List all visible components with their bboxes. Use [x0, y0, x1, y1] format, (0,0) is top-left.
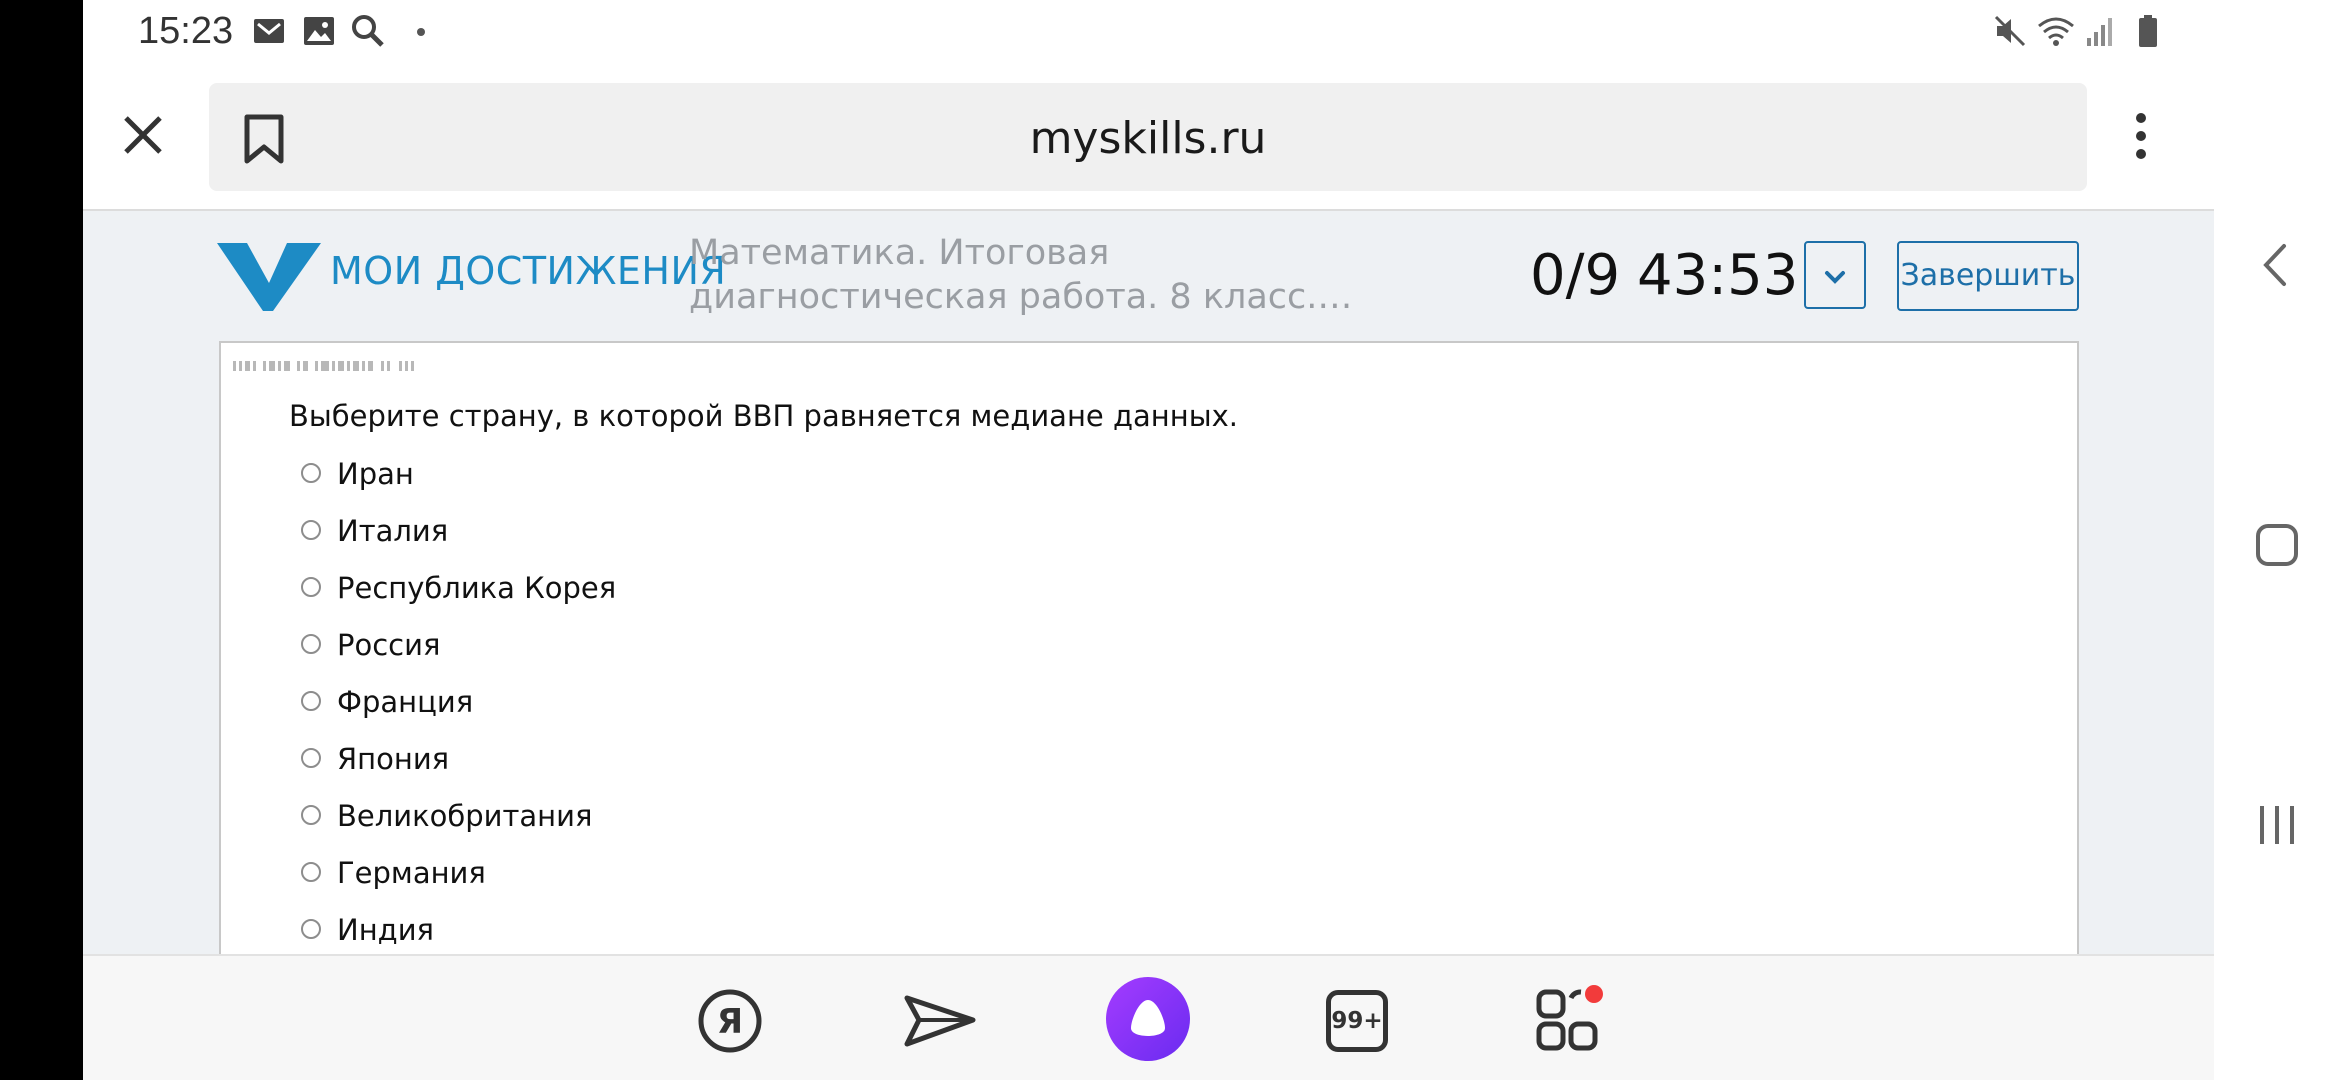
radio-button[interactable]	[301, 520, 321, 540]
radio-button[interactable]	[301, 577, 321, 597]
logo-text[interactable]: МОИ ДОСТИЖЕНИЯ	[330, 249, 726, 293]
radio-button[interactable]	[301, 748, 321, 768]
timer: 43:53	[1637, 243, 1799, 308]
status-bar: 15:23	[83, 0, 2214, 64]
close-icon[interactable]	[118, 110, 168, 160]
faint-label-marks	[233, 361, 414, 371]
web-page: МОИ ДОСТИЖЕНИЯ Математика. Итоговая диаг…	[83, 211, 2214, 954]
home-icon[interactable]	[2252, 520, 2302, 570]
option-label[interactable]: Италия	[337, 514, 448, 548]
option-label[interactable]: Германия	[337, 856, 486, 890]
notification-count: 99+	[1331, 1008, 1383, 1034]
question-card: Выберите страну, в которой ВВП равняется…	[219, 341, 2079, 954]
option-label[interactable]: Франция	[337, 685, 473, 719]
wifi-icon	[2038, 17, 2074, 46]
address-bar[interactable]: myskills.ru	[209, 83, 2087, 191]
status-time: 15:23	[138, 10, 234, 52]
mail-icon	[254, 19, 284, 43]
send-icon[interactable]	[903, 992, 977, 1050]
radio-button[interactable]	[301, 805, 321, 825]
dot-icon	[417, 28, 425, 36]
more-vertical-icon[interactable]	[2126, 110, 2156, 162]
recents-icon[interactable]	[2252, 800, 2302, 850]
option-label[interactable]: Россия	[337, 628, 440, 662]
logo-check-icon	[217, 243, 321, 311]
option-label[interactable]: Республика Корея	[337, 571, 616, 605]
browser-toolbar: myskills.ru	[83, 64, 2214, 211]
option-label[interactable]: Великобритания	[337, 799, 592, 833]
image-icon	[304, 17, 334, 45]
test-title-line1: Математика. Итоговая	[689, 233, 1110, 273]
chevron-down-icon	[1825, 271, 1845, 284]
apps-icon[interactable]	[1535, 984, 1605, 1054]
question-text: Выберите страну, в которой ВВП равняется…	[289, 399, 1238, 433]
option-label[interactable]: Япония	[337, 742, 449, 776]
test-title: Математика. Итоговая диагностическая раб…	[689, 231, 1369, 319]
test-title-line2: диагностическая работа. 8 класс.…	[689, 277, 1353, 317]
mute-icon	[1994, 15, 2026, 47]
option-label[interactable]: Иран	[337, 457, 414, 491]
back-icon[interactable]	[2252, 240, 2302, 290]
svg-text:Я: Я	[717, 1002, 743, 1042]
radio-button[interactable]	[301, 919, 321, 939]
finish-button[interactable]: Завершить	[1897, 241, 2079, 311]
option-label[interactable]: Индия	[337, 913, 434, 947]
progress-count: 0/9	[1530, 243, 1621, 308]
signal-icon	[2087, 18, 2112, 46]
notifications-icon[interactable]: 99+	[1326, 990, 1388, 1052]
site-header: МОИ ДОСТИЖЕНИЯ Математика. Итоговая диаг…	[83, 211, 2214, 341]
radio-button[interactable]	[301, 463, 321, 483]
url-text[interactable]: myskills.ru	[209, 113, 2087, 164]
search-icon	[352, 15, 384, 47]
yandex-icon[interactable]: Я	[697, 988, 763, 1054]
system-nav-bar	[2214, 0, 2340, 1080]
radio-button[interactable]	[301, 691, 321, 711]
radio-button[interactable]	[301, 862, 321, 882]
alice-icon[interactable]	[1105, 976, 1191, 1062]
phone-screen: 15:23 myskills.ru МОИ ДОСТИЖЕНИЯ Математ…	[83, 0, 2214, 1080]
browser-bottom-bar: Я 99+	[83, 954, 2214, 1080]
radio-button[interactable]	[301, 634, 321, 654]
questions-dropdown-button[interactable]	[1804, 241, 1866, 309]
battery-icon	[2139, 15, 2157, 47]
